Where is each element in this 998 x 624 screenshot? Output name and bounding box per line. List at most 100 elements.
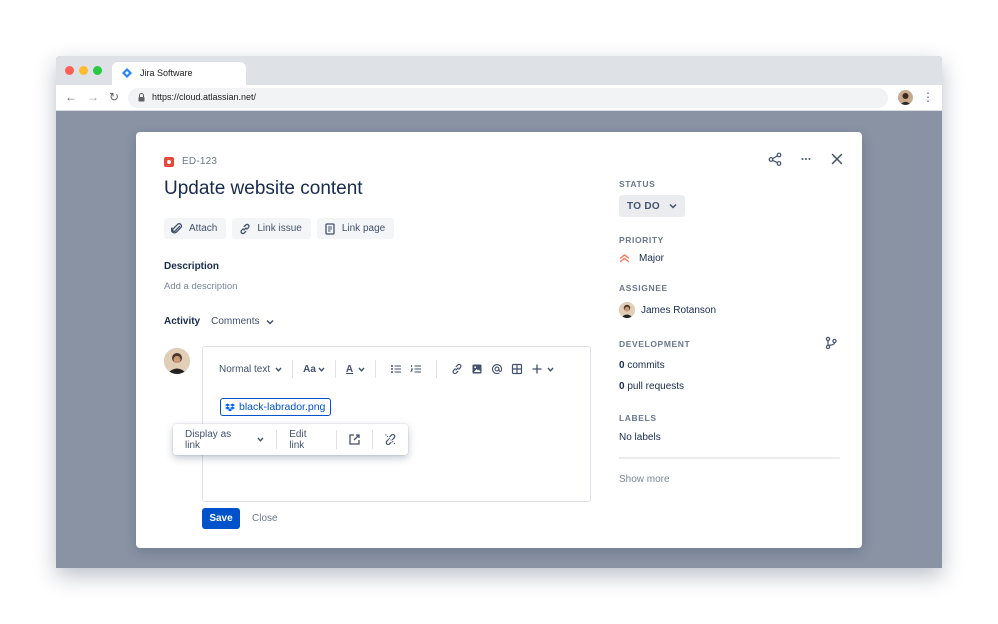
labels-label: LABELS (619, 413, 657, 423)
issue-key-row: ED-123 (164, 156, 217, 167)
plus-icon (532, 364, 542, 374)
page-icon (325, 222, 335, 235)
link-page-label: Link page (341, 223, 386, 234)
issue-actions: Attach Link issue Link page (164, 218, 395, 239)
insert-more-dropdown[interactable] (527, 363, 554, 375)
toolbar-divider (436, 360, 438, 378)
text-color-dropdown[interactable]: A (346, 364, 365, 375)
description-label: Description (164, 261, 220, 272)
mention-icon[interactable] (491, 363, 503, 375)
priority-label: PRIORITY (619, 235, 664, 245)
save-button[interactable]: Save (202, 508, 240, 529)
url-field[interactable]: https://cloud.atlassian.net/ (128, 88, 888, 108)
chevron-down-icon (266, 319, 275, 325)
reload-icon[interactable]: ↻ (109, 89, 119, 105)
attach-button[interactable]: Attach (164, 218, 227, 239)
modal-header-actions (768, 152, 844, 166)
description-field[interactable]: Add a description (164, 281, 237, 292)
link-options-popup: Display as link Edit link (173, 424, 408, 455)
user-avatar (164, 348, 190, 374)
toolbar-divider (292, 360, 294, 378)
lock-icon (138, 93, 145, 102)
issue-key[interactable]: ED-123 (182, 156, 217, 167)
numbered-list-icon[interactable] (410, 363, 422, 375)
assignee-name: James Rotanson (641, 304, 717, 316)
link-issue-button[interactable]: Link issue (232, 218, 311, 239)
attach-label: Attach (189, 223, 218, 234)
bullet-list-icon[interactable] (390, 363, 402, 375)
jira-logo-icon (122, 68, 132, 78)
close-icon[interactable] (830, 152, 844, 166)
more-icon[interactable] (799, 152, 813, 166)
editor-toolbar: Normal text Aa A (219, 359, 554, 379)
display-as-dropdown[interactable]: Display as link (173, 424, 276, 455)
minimize-window-button[interactable] (79, 66, 88, 75)
text-style-dropdown[interactable]: Normal text (219, 364, 282, 375)
toolbar-divider (375, 360, 377, 378)
chevron-down-icon (547, 367, 554, 372)
table-icon[interactable] (511, 363, 523, 375)
issue-title[interactable]: Update website content (164, 178, 363, 200)
activity-row: Activity Comments (164, 316, 275, 327)
issue-modal: ED-123 Update website content Attach Lin… (136, 132, 862, 548)
chevron-down-icon (358, 367, 365, 372)
unlink-button[interactable] (373, 424, 408, 455)
pull-requests-text: pull requests (624, 381, 685, 392)
maximize-window-button[interactable] (93, 66, 102, 75)
edit-link-button[interactable]: Edit link (277, 424, 336, 455)
image-icon[interactable] (471, 363, 483, 375)
assignee-avatar (619, 302, 635, 318)
labels-field[interactable]: No labels (619, 432, 661, 443)
status-dropdown[interactable]: TO DO (619, 195, 685, 217)
kebab-menu-icon[interactable]: ⋮ (922, 90, 934, 104)
link-issue-label: Link issue (257, 223, 302, 234)
edit-link-label: Edit link (289, 428, 307, 451)
sidebar-divider (619, 457, 840, 459)
text-style-label: Normal text (219, 363, 271, 375)
unlink-icon (385, 434, 396, 445)
toolbar-divider (334, 360, 336, 378)
pull-requests-link[interactable]: 0 pull requests (619, 381, 684, 392)
url-text: https://cloud.atlassian.net/ (152, 92, 257, 102)
status-label: STATUS (619, 179, 656, 189)
dropbox-icon (225, 403, 235, 411)
activity-filter-dropdown[interactable]: Comments (211, 316, 275, 327)
chevron-down-icon (257, 437, 264, 442)
attachment-link-chip[interactable]: black-labrador.png (220, 398, 332, 416)
commits-text: commits (624, 360, 665, 371)
activity-filter-label: Comments (211, 316, 260, 327)
close-button[interactable]: Close (252, 513, 278, 524)
profile-avatar[interactable] (898, 90, 913, 105)
browser-tab-bar: Jira Software (56, 56, 942, 85)
paperclip-icon (171, 222, 183, 233)
priority-field[interactable]: Major (619, 253, 664, 264)
activity-label: Activity (164, 316, 201, 327)
link-icon (240, 223, 250, 234)
back-arrow-icon[interactable]: ← (65, 89, 77, 105)
priority-major-icon (619, 254, 630, 263)
priority-value: Major (639, 253, 665, 264)
attachment-name: black-labrador.png (239, 401, 326, 413)
address-bar: ← → ↻ https://cloud.atlassian.net/ ⋮ (56, 85, 942, 111)
link-icon[interactable] (451, 363, 463, 375)
assignee-label: ASSIGNEE (619, 283, 668, 293)
forward-arrow-icon[interactable]: → (87, 89, 99, 105)
development-label: DEVELOPMENT (619, 339, 691, 349)
assignee-field[interactable]: James Rotanson (619, 302, 716, 318)
tab-title: Jira Software (140, 68, 193, 78)
show-more-link[interactable]: Show more (619, 474, 670, 485)
chevron-down-icon (318, 367, 325, 372)
link-page-button[interactable]: Link page (316, 218, 395, 239)
browser-window: Jira Software ← → ↻ https://cloud.atlass… (56, 56, 942, 568)
browser-tab[interactable]: Jira Software (112, 62, 246, 85)
text-color-label: A (345, 363, 354, 375)
share-icon[interactable] (768, 152, 782, 166)
branch-icon[interactable] (824, 336, 838, 350)
external-link-icon (349, 434, 360, 445)
font-format-dropdown[interactable]: Aa (303, 364, 325, 375)
font-format-label: Aa (303, 363, 316, 375)
open-link-button[interactable] (337, 424, 372, 455)
chevron-down-icon (669, 203, 677, 209)
close-window-button[interactable] (65, 66, 74, 75)
commits-link[interactable]: 0 commits (619, 360, 665, 371)
